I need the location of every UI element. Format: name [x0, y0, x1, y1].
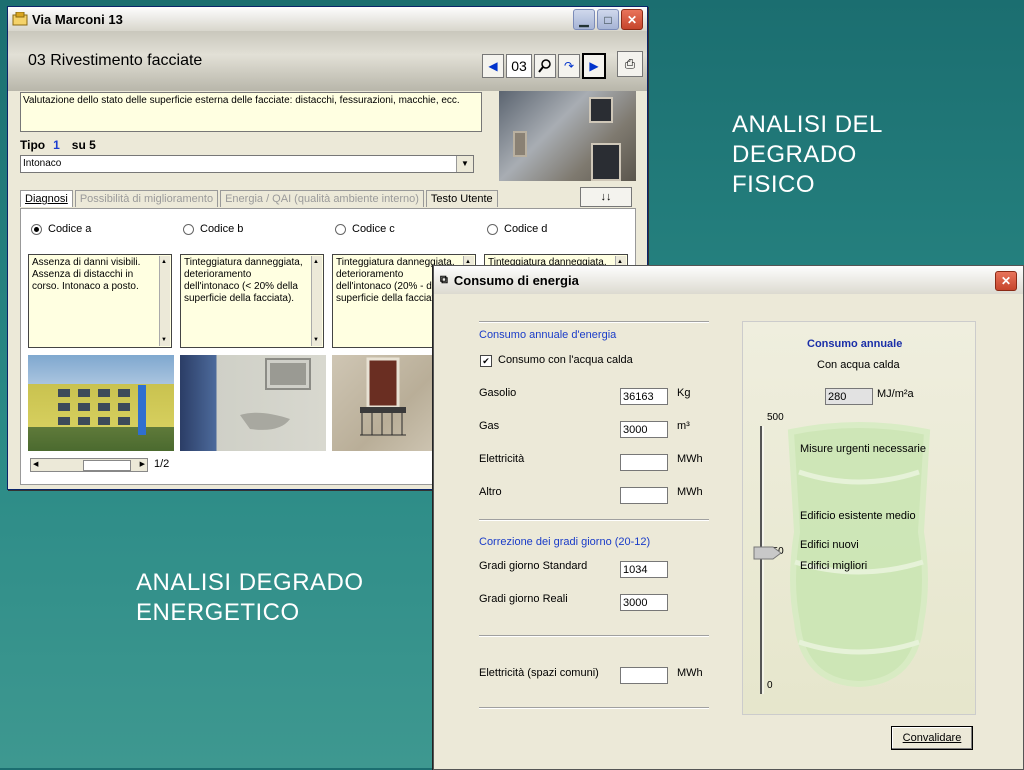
tipo-label: Tipo 1 su 5	[20, 138, 96, 152]
gauge-pointer[interactable]	[753, 546, 783, 560]
scrollbar[interactable]	[311, 256, 322, 346]
hot-water-checkbox[interactable]: ✔	[480, 355, 492, 367]
consumption-gauge-panel: Consumo annuale Con acqua calda 280 MJ/m…	[742, 321, 976, 715]
sort-button[interactable]: ↓↓	[580, 187, 632, 207]
tipo-total: 5	[89, 138, 96, 152]
window-icon: ⧉	[440, 273, 448, 286]
scrollbar[interactable]	[159, 256, 170, 346]
heading-energetico: ANALISI DEGRADO ENERGETICO	[136, 569, 364, 626]
divider	[479, 321, 709, 323]
radio-codice-a[interactable]: Codice a	[31, 223, 91, 235]
hot-water-label: Consumo con l'acqua calda	[498, 354, 633, 366]
close-button[interactable]: ✕	[621, 9, 643, 30]
divider	[479, 519, 709, 521]
prev-icon[interactable]: ◀	[482, 54, 504, 78]
heading-fisico: ANALISI DEL DEGRADO FISICO	[732, 111, 883, 198]
row-label-altro: Altro	[479, 486, 502, 498]
reali-input[interactable]: 3000	[620, 594, 668, 611]
page-number[interactable]: 03	[506, 54, 532, 78]
tab-bar: Diagnosi Possibilità di miglioramento En…	[20, 190, 500, 207]
energy-titlebar[interactable]: ⧉ Consumo di energia ✕	[434, 266, 1023, 294]
print-icon[interactable]: ⎙	[617, 51, 643, 77]
gauge-unit: MJ/m²a	[877, 388, 914, 400]
close-button[interactable]: ✕	[995, 271, 1017, 291]
altro-input[interactable]	[620, 487, 668, 504]
reali-label: Gradi giorno Reali	[479, 593, 568, 605]
codice-a-text[interactable]: Assenza di danni visibili. Assenza di di…	[28, 254, 172, 348]
tab-energia[interactable]: Energia / QAI (qualità ambiente interno)	[220, 190, 424, 207]
common-electricity-label: Elettricità (spazi comuni)	[479, 667, 599, 679]
gauge-subtitle: Con acqua calda	[817, 359, 900, 371]
elettricita-input[interactable]	[620, 454, 668, 471]
common-electricity-input[interactable]	[620, 667, 668, 684]
unit-mwh: MWh	[677, 667, 703, 679]
main-window-title: Via Marconi 13	[32, 11, 123, 27]
building-photo	[499, 91, 636, 181]
tab-diagnosi[interactable]: Diagnosi	[20, 190, 73, 207]
gauge-title: Consumo annuale	[807, 338, 903, 350]
record-navigator: ◀ 03 ↷ ▶	[482, 53, 606, 79]
section-consumo-title: Consumo annuale d'energia	[479, 329, 617, 341]
codice-b-text[interactable]: Tinteggiatura danneggiata, deteriorament…	[180, 254, 324, 348]
description-box[interactable]: Valutazione dello stato delle superficie…	[20, 92, 482, 132]
section-gradi-title: Correzione dei gradi giorno (20-12)	[479, 536, 651, 548]
divider	[479, 707, 709, 709]
facade-photo-b	[180, 355, 326, 451]
standard-label: Gradi giorno Standard	[479, 560, 588, 572]
redo-icon[interactable]: ↷	[558, 54, 580, 78]
level-urgent: Misure urgenti necessarie	[800, 443, 926, 455]
photo-pager: 1/2	[154, 458, 170, 470]
row-label-gas: Gas	[479, 420, 500, 432]
convalidare-button[interactable]: Convalidare	[891, 726, 973, 750]
main-titlebar[interactable]: Via Marconi 13 ▁ □ ✕	[8, 7, 647, 31]
next-icon[interactable]: ▶	[582, 53, 606, 79]
tab-miglioramento[interactable]: Possibilità di miglioramento	[74, 190, 219, 207]
photo-scrollbar[interactable]: ◀ ▶	[30, 458, 148, 472]
radio-codice-b[interactable]: Codice b	[183, 223, 243, 235]
search-icon[interactable]	[534, 54, 556, 78]
divider	[479, 635, 709, 637]
tab-testo-utente[interactable]: Testo Utente	[425, 190, 498, 207]
gasolio-input[interactable]: 36163	[620, 388, 668, 405]
unit-mwh: MWh	[677, 453, 703, 465]
scale-min: 0	[767, 680, 773, 691]
radio-codice-d[interactable]: Codice d	[487, 223, 547, 235]
energy-window: ⧉ Consumo di energia ✕ Consumo annuale d…	[433, 265, 1024, 770]
app-icon	[12, 11, 28, 26]
level-new: Edifici nuovi	[800, 539, 859, 551]
level-best: Edifici migliori	[800, 560, 868, 572]
gauge-value: 280	[825, 388, 873, 405]
unit-mwh: MWh	[677, 486, 703, 498]
gas-input[interactable]: 3000	[620, 421, 668, 438]
standard-input[interactable]: 1034	[620, 561, 668, 578]
minimize-button[interactable]: ▁	[573, 9, 595, 30]
row-label-elettricita: Elettricità	[479, 453, 525, 465]
scale-max: 500	[767, 412, 784, 423]
row-label-gasolio: Gasolio	[479, 387, 517, 399]
level-existing: Edificio esistente medio	[800, 510, 916, 522]
tipo-current: 1	[53, 138, 60, 152]
tipo-select[interactable]: Intonaco ▼	[20, 155, 474, 173]
unit-kg: Kg	[677, 387, 691, 399]
chevron-down-icon[interactable]: ▼	[456, 156, 473, 172]
facade-photo-a	[28, 355, 174, 451]
energy-window-title: Consumo di energia	[453, 272, 579, 288]
radio-codice-c[interactable]: Codice c	[335, 223, 395, 235]
unit-m3: m³	[677, 420, 690, 432]
maximize-button[interactable]: □	[597, 9, 619, 30]
section-title: 03 Rivestimento facciate	[28, 52, 203, 69]
